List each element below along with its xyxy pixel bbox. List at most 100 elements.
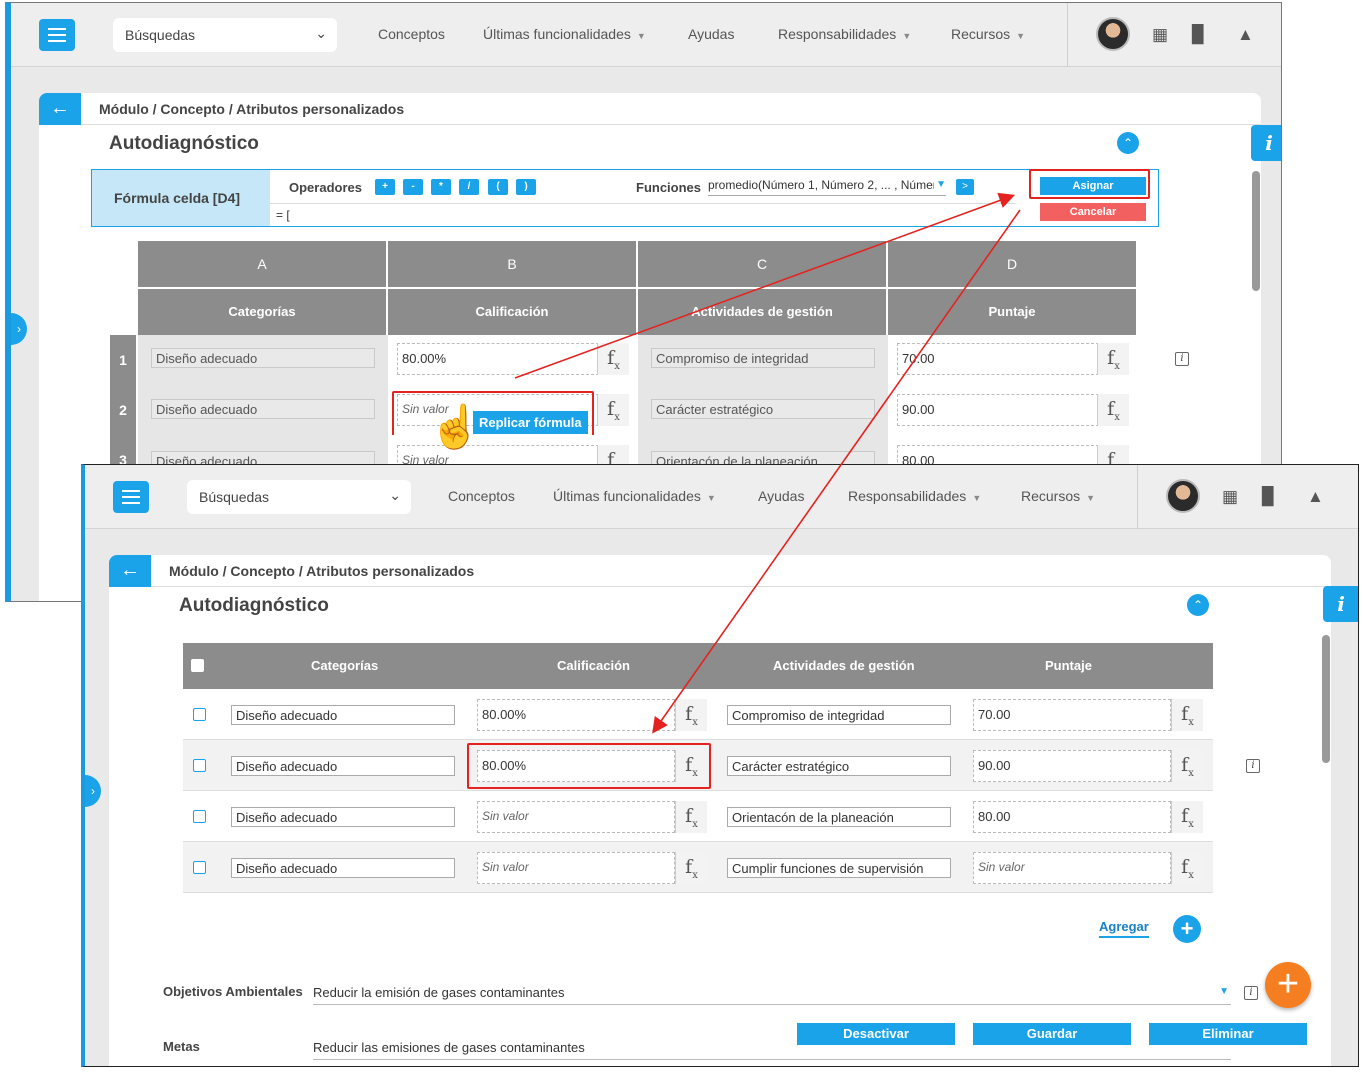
nav-conceptos[interactable]: Conceptos bbox=[448, 488, 515, 504]
book-icon[interactable]: ▉ bbox=[1262, 487, 1275, 507]
row-checkbox[interactable] bbox=[193, 708, 206, 721]
bell-icon[interactable]: ▲ bbox=[1307, 487, 1324, 507]
nav-responsabilidades[interactable]: Responsabilidades ▼ bbox=[778, 26, 911, 42]
fx-icon[interactable]: fx bbox=[675, 699, 707, 731]
calendar-icon[interactable]: ▦ bbox=[1222, 487, 1238, 507]
puntaje-field[interactable]: 70.00 bbox=[973, 699, 1171, 731]
row-checkbox[interactable] bbox=[193, 810, 206, 823]
fx-icon[interactable]: fx bbox=[1171, 750, 1203, 782]
fx-icon[interactable]: fx bbox=[597, 394, 629, 426]
functions-select[interactable]: promedio(Número 1, Número 2, ... , Númer… bbox=[708, 178, 946, 196]
calificacion-field[interactable]: Sin valor bbox=[477, 852, 675, 884]
back-arrow-icon[interactable]: ← bbox=[39, 93, 81, 125]
actividad-field[interactable]: Carácter estratégico bbox=[727, 756, 951, 776]
info-small-icon[interactable]: i bbox=[1246, 759, 1260, 773]
categoria-field[interactable]: Diseño adecuado bbox=[231, 705, 455, 725]
actividad-field[interactable]: Compromiso de integridad bbox=[651, 348, 875, 368]
functions-label: Funciones bbox=[636, 180, 702, 195]
objetivos-select[interactable]: Reducir la emisión de gases contaminante… bbox=[313, 985, 1231, 1005]
collapse-up-icon[interactable]: ⌃ bbox=[1117, 132, 1139, 154]
categoria-field[interactable]: Diseño adecuado bbox=[231, 756, 455, 776]
fx-icon[interactable]: fx bbox=[1097, 394, 1129, 426]
nav-recursos[interactable]: Recursos ▼ bbox=[951, 26, 1025, 42]
actividad-field[interactable]: Compromiso de integridad bbox=[727, 705, 951, 725]
cancel-button[interactable]: Cancelar bbox=[1040, 203, 1146, 221]
fx-icon[interactable]: fx bbox=[1171, 801, 1203, 833]
deactivate-button[interactable]: Desactivar bbox=[797, 1023, 955, 1045]
nav-ultimas[interactable]: Últimas funcionalidades ▼ bbox=[483, 26, 646, 42]
book-icon[interactable]: ▉ bbox=[1192, 25, 1205, 45]
scrollbar[interactable] bbox=[1322, 635, 1330, 763]
puntaje-field[interactable]: 90.00 bbox=[973, 750, 1171, 782]
nav-ultimas[interactable]: Últimas funcionalidades ▼ bbox=[553, 488, 716, 504]
scrollbar[interactable] bbox=[1252, 171, 1260, 291]
operator-open-paren-button[interactable]: ( bbox=[488, 179, 508, 195]
fx-icon[interactable]: fx bbox=[675, 852, 707, 884]
operator-close-paren-button[interactable]: ) bbox=[516, 179, 536, 195]
header-calificacion: Calificación bbox=[388, 289, 638, 335]
fx-icon[interactable]: fx bbox=[1171, 852, 1203, 884]
insert-function-button[interactable]: > bbox=[956, 179, 974, 195]
metas-label: Metas bbox=[163, 1039, 200, 1054]
operator-multiply-button[interactable]: * bbox=[431, 179, 451, 195]
fx-icon[interactable]: fx bbox=[1171, 699, 1203, 731]
puntaje-field[interactable]: Sin valor bbox=[973, 852, 1171, 884]
breadcrumb-bar: ← Módulo / Concepto / Atributos personal… bbox=[39, 93, 1261, 125]
side-expand-icon[interactable]: › bbox=[85, 775, 101, 807]
formula-bar: Fórmula celda [D4] Operadores + - * / ( … bbox=[91, 169, 1159, 227]
actividad-field[interactable]: Orientacón de la planeación bbox=[727, 807, 951, 827]
puntaje-field[interactable]: 70.00 bbox=[897, 343, 1099, 375]
back-arrow-icon[interactable]: ← bbox=[109, 555, 151, 587]
add-row-plus-icon[interactable]: + bbox=[1173, 915, 1201, 943]
row-number: 2 bbox=[110, 385, 136, 435]
delete-button[interactable]: Eliminar bbox=[1149, 1023, 1307, 1045]
calificacion-field[interactable]: 80.00% bbox=[397, 343, 599, 375]
operator-minus-button[interactable]: - bbox=[403, 179, 423, 195]
add-link[interactable]: Agregar bbox=[1099, 919, 1149, 938]
fab-plus-icon[interactable]: + bbox=[1265, 962, 1311, 1008]
fx-icon[interactable]: fx bbox=[675, 801, 707, 833]
categoria-field[interactable]: Diseño adecuado bbox=[151, 348, 375, 368]
table-row: Diseño adecuado Sin valor fx Orientacón … bbox=[183, 791, 1213, 842]
nav-ayudas[interactable]: Ayudas bbox=[688, 26, 734, 42]
table-row: Diseño adecuado Sin valor fx Cumplir fun… bbox=[183, 842, 1213, 893]
info-icon[interactable]: i bbox=[1323, 586, 1358, 622]
nav-responsabilidades[interactable]: Responsabilidades ▼ bbox=[848, 488, 981, 504]
hamburger-menu-button[interactable] bbox=[113, 481, 149, 513]
row-checkbox[interactable] bbox=[193, 759, 206, 772]
formula-input[interactable]: = [ bbox=[270, 203, 1016, 225]
select-all-checkbox[interactable] bbox=[191, 659, 204, 672]
categoria-field[interactable]: Diseño adecuado bbox=[151, 399, 375, 419]
puntaje-field[interactable]: 90.00 bbox=[897, 394, 1099, 426]
info-icon[interactable]: i bbox=[1251, 125, 1281, 161]
info-small-icon[interactable]: i bbox=[1175, 352, 1189, 366]
search-select[interactable]: Búsquedas ⌄ bbox=[187, 480, 411, 514]
categoria-field[interactable]: Diseño adecuado bbox=[231, 807, 455, 827]
bell-icon[interactable]: ▲ bbox=[1237, 25, 1254, 45]
nav-recursos[interactable]: Recursos ▼ bbox=[1021, 488, 1095, 504]
categoria-field[interactable]: Diseño adecuado bbox=[231, 858, 455, 878]
calificacion-field[interactable]: Sin valor bbox=[477, 801, 675, 833]
collapse-up-icon[interactable]: ⌃ bbox=[1187, 594, 1209, 616]
hamburger-menu-button[interactable] bbox=[39, 19, 75, 51]
save-button[interactable]: Guardar bbox=[973, 1023, 1131, 1045]
avatar[interactable] bbox=[1166, 479, 1200, 513]
search-select[interactable]: Búsquedas ⌄ bbox=[113, 18, 337, 52]
actividad-field[interactable]: Cumplir funciones de supervisión bbox=[727, 858, 951, 878]
operator-divide-button[interactable]: / bbox=[459, 179, 479, 195]
formula-cell-label: Fórmula celda [D4] bbox=[92, 170, 270, 226]
highlight-assign bbox=[1029, 169, 1150, 199]
fx-icon[interactable]: fx bbox=[597, 343, 629, 375]
nav-ayudas[interactable]: Ayudas bbox=[758, 488, 804, 504]
side-expand-icon[interactable]: › bbox=[11, 313, 27, 345]
calendar-icon[interactable]: ▦ bbox=[1152, 25, 1168, 45]
fx-icon[interactable]: fx bbox=[1097, 343, 1129, 375]
info-small-icon[interactable]: i bbox=[1244, 986, 1258, 1000]
row-checkbox[interactable] bbox=[193, 861, 206, 874]
puntaje-field[interactable]: 80.00 bbox=[973, 801, 1171, 833]
operator-plus-button[interactable]: + bbox=[375, 179, 395, 195]
avatar[interactable] bbox=[1096, 17, 1130, 51]
actividad-field[interactable]: Carácter estratégico bbox=[651, 399, 875, 419]
nav-conceptos[interactable]: Conceptos bbox=[378, 26, 445, 42]
calificacion-field[interactable]: 80.00% bbox=[477, 699, 675, 731]
